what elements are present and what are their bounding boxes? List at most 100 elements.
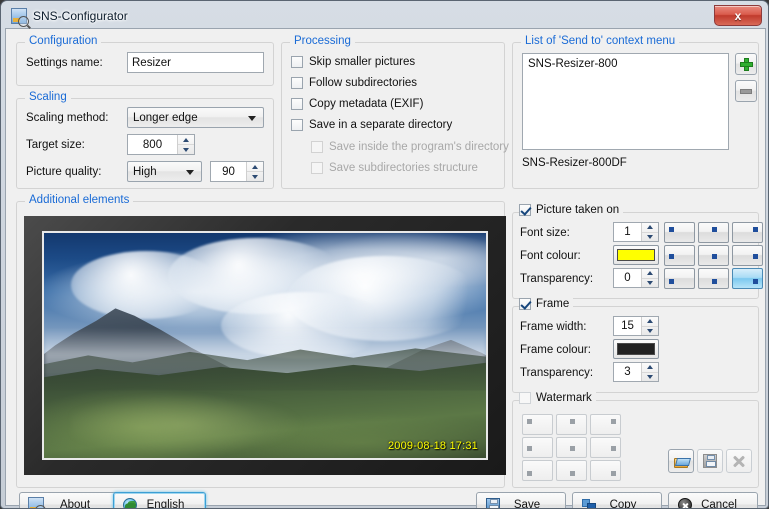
watermark-position-middle-center[interactable] — [556, 437, 587, 458]
checkbox-skip-smaller-pictures[interactable]: Skip smaller pictures — [291, 56, 415, 68]
cancel-icon — [677, 497, 693, 508]
frame-width-stepper[interactable]: 15 — [613, 316, 659, 336]
font-colour-swatch — [617, 249, 655, 261]
frame-transparency-spin-buttons[interactable] — [641, 363, 658, 381]
sendto-note: SNS-Resizer-800DF — [522, 157, 627, 169]
watermark-group: Watermark — [512, 392, 759, 488]
checkbox-box[interactable] — [519, 298, 531, 310]
picture-quality-select[interactable]: High — [127, 161, 202, 182]
frame-transparency-value: 3 — [624, 366, 631, 378]
text-position-bottom-left[interactable] — [664, 268, 695, 289]
checkbox-save-inside-program-directory: Save inside the program's directory — [311, 141, 509, 153]
watermark-position-middle-right[interactable] — [590, 437, 621, 458]
frame-colour-label: Frame colour: — [520, 344, 591, 356]
add-sendto-button[interactable] — [735, 53, 757, 75]
text-transparency-spin-buttons[interactable] — [641, 269, 658, 287]
watermark-position-bottom-center[interactable] — [556, 460, 587, 481]
text-transparency-increment[interactable] — [642, 269, 658, 279]
sns-configurator-window: SNS-Configurator x Configuration Setting… — [0, 0, 769, 509]
target-size-increment[interactable] — [178, 135, 194, 145]
language-button[interactable]: English — [113, 492, 206, 508]
text-transparency-stepper[interactable]: 0 — [613, 268, 659, 288]
text-position-top-right[interactable] — [732, 222, 763, 243]
scaling-method-select[interactable]: Longer edge — [127, 107, 264, 128]
frame-width-spin-buttons[interactable] — [641, 317, 658, 335]
window-title: SNS-Configurator — [33, 9, 128, 23]
remove-sendto-button[interactable] — [735, 80, 757, 102]
font-size-increment[interactable] — [642, 223, 658, 233]
text-position-top-center[interactable] — [698, 222, 729, 243]
frame-group: Frame Frame width: 15 Frame colour: Tran… — [512, 298, 759, 393]
font-size-spin-buttons[interactable] — [641, 223, 658, 241]
checkbox-label: Copy metadata (EXIF) — [309, 98, 424, 110]
target-size-stepper[interactable]: 800 — [127, 134, 195, 155]
font-colour-button[interactable] — [613, 245, 659, 265]
target-size-label: Target size: — [26, 139, 85, 151]
settings-name-input[interactable]: Resizer — [127, 52, 264, 73]
picture-taken-on-legend: Picture taken on — [536, 204, 620, 216]
checkbox-box[interactable] — [291, 56, 303, 68]
close-button[interactable]: x — [714, 5, 762, 26]
frame-transparency-decrement[interactable] — [642, 373, 658, 382]
checkbox-box[interactable] — [291, 98, 303, 110]
picture-quality-increment[interactable] — [247, 162, 263, 172]
text-position-middle-right[interactable] — [732, 245, 763, 266]
font-size-decrement[interactable] — [642, 233, 658, 242]
checkbox-box[interactable] — [291, 119, 303, 131]
text-transparency-decrement[interactable] — [642, 279, 658, 288]
preview-timestamp: 2009-08-18 17:31 — [387, 440, 478, 452]
minus-icon — [740, 88, 752, 94]
checkbox-watermark[interactable]: Watermark — [519, 392, 596, 404]
watermark-position-top-center[interactable] — [556, 414, 587, 435]
checkbox-box[interactable] — [519, 392, 531, 404]
watermark-position-top-right[interactable] — [590, 414, 621, 435]
text-position-middle-center[interactable] — [698, 245, 729, 266]
watermark-position-top-left[interactable] — [522, 414, 553, 435]
list-item[interactable]: SNS-Resizer-800 — [527, 57, 724, 71]
frame-width-decrement[interactable] — [642, 327, 658, 336]
save-disk-icon — [485, 497, 501, 508]
frame-width-value: 15 — [621, 320, 634, 332]
text-position-middle-left[interactable] — [664, 245, 695, 266]
frame-width-increment[interactable] — [642, 317, 658, 327]
watermark-position-middle-left[interactable] — [522, 437, 553, 458]
text-position-top-left[interactable] — [664, 222, 695, 243]
save-button[interactable]: Save — [476, 492, 566, 509]
checkbox-box[interactable] — [519, 204, 531, 216]
frame-colour-swatch — [617, 343, 655, 355]
cancel-button[interactable]: Cancel — [668, 492, 758, 508]
frame-transparency-stepper[interactable]: 3 — [613, 362, 659, 382]
watermark-position-bottom-left[interactable] — [522, 460, 553, 481]
picture-quality-number: 90 — [222, 165, 235, 178]
frame-colour-button[interactable] — [613, 339, 659, 359]
target-size-decrement[interactable] — [178, 145, 194, 154]
sendto-listbox[interactable]: SNS-Resizer-800 — [522, 53, 729, 150]
checkbox-frame[interactable]: Frame — [519, 298, 574, 310]
watermark-open-button[interactable] — [668, 449, 694, 473]
settings-name-label: Settings name: — [26, 57, 103, 69]
text-position-bottom-right[interactable] — [732, 268, 763, 289]
about-icon — [28, 497, 46, 508]
font-size-stepper[interactable]: 1 — [613, 222, 659, 242]
target-size-spin-buttons[interactable] — [177, 135, 194, 154]
checkbox-picture-taken-on[interactable]: Picture taken on — [519, 204, 624, 216]
checkbox-label: Skip smaller pictures — [309, 56, 416, 68]
checkbox-save-separate-directory[interactable]: Save in a separate directory — [291, 119, 452, 131]
checkbox-box — [311, 141, 323, 153]
about-button[interactable]: About — [19, 492, 119, 508]
watermark-position-bottom-right[interactable] — [590, 460, 621, 481]
checkbox-copy-metadata-exif[interactable]: Copy metadata (EXIF) — [291, 98, 423, 110]
configuration-group: Configuration Settings name: Resizer — [16, 35, 274, 86]
sendto-group: List of 'Send to' context menu SNS-Resiz… — [512, 35, 759, 189]
image-preview[interactable]: 2009-08-18 17:31 — [24, 216, 506, 475]
picture-quality-decrement[interactable] — [247, 172, 263, 181]
frame-transparency-increment[interactable] — [642, 363, 658, 373]
checkbox-box[interactable] — [291, 77, 303, 89]
picture-quality-spin-buttons[interactable] — [246, 162, 263, 181]
picture-quality-stepper[interactable]: 90 — [210, 161, 264, 182]
save-label: Save — [513, 499, 541, 509]
copy-button[interactable]: Copy — [572, 492, 662, 508]
checkbox-follow-subdirectories[interactable]: Follow subdirectories — [291, 77, 417, 89]
plus-icon — [739, 57, 753, 71]
text-position-bottom-center[interactable] — [698, 268, 729, 289]
